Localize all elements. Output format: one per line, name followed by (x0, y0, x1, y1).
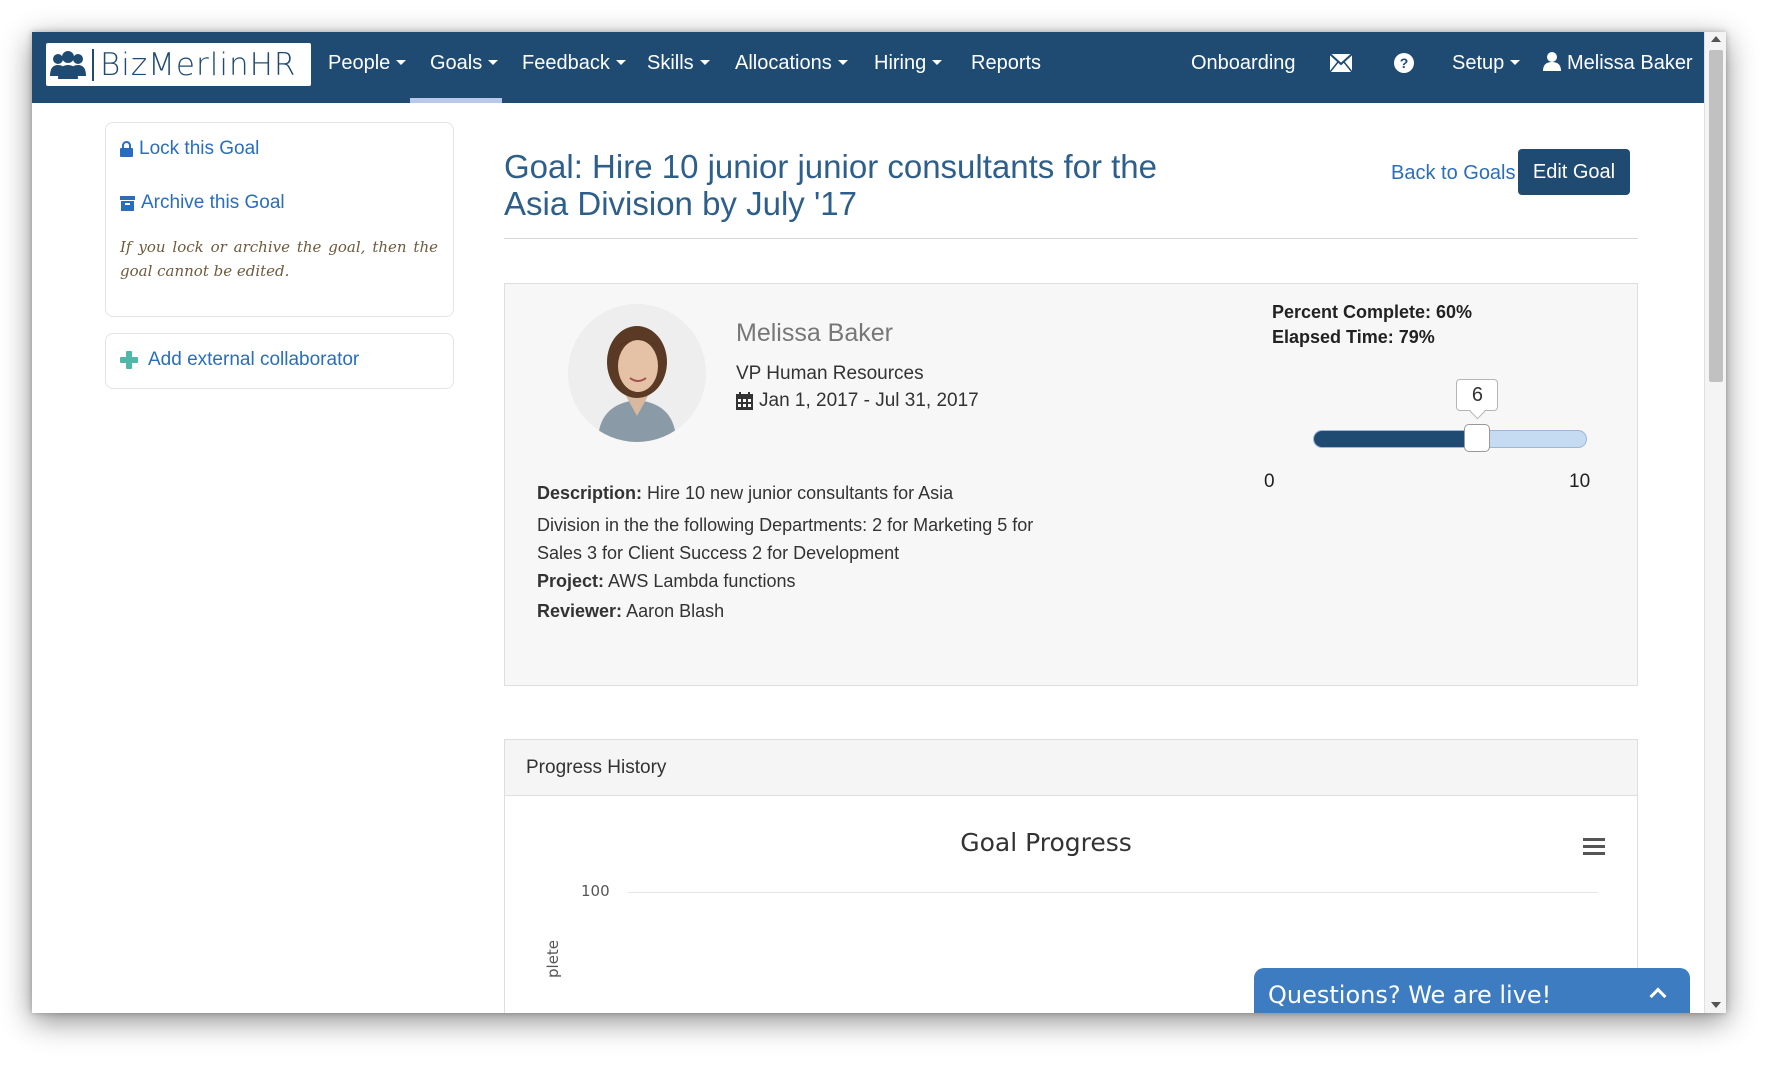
nav-setup[interactable]: Setup (1452, 32, 1521, 103)
slider-value-tooltip: 6 (1456, 379, 1499, 411)
goal-date-range: Jan 1, 2017 - Jul 31, 2017 (736, 390, 979, 412)
nav-allocations[interactable]: Allocations (735, 32, 848, 103)
goal-owner-name[interactable]: Melissa Baker (736, 319, 893, 348)
envelope-icon[interactable] (1329, 53, 1353, 77)
description-text: Division in the the following Department… (537, 515, 1034, 563)
lock-goal-link[interactable]: Lock this Goal (120, 138, 259, 160)
live-chat-widget[interactable]: Questions? We are live! (1254, 968, 1690, 1013)
svg-text:?: ? (1400, 55, 1409, 71)
goal-owner-role: VP Human Resources (736, 363, 924, 384)
scrollbar-thumb[interactable] (1709, 50, 1723, 382)
slider-max-label: 10 (1569, 471, 1591, 492)
nav-reports[interactable]: Reports (971, 32, 1041, 103)
lock-archive-note: If you lock or archive the goal, then th… (120, 238, 438, 280)
help-icon[interactable]: ? (1393, 52, 1415, 79)
plus-icon (120, 351, 138, 369)
live-chat-label: Questions? We are live! (1268, 981, 1552, 1009)
chart-gridline (628, 892, 1598, 893)
brand-name: BizMerlinHR (100, 46, 297, 83)
progress-slider-fill (1314, 431, 1479, 447)
archive-icon (120, 195, 135, 211)
goal-description-block: Description: Hire 10 new junior consulta… (537, 479, 1057, 625)
project-value: AWS Lambda functions (608, 571, 796, 591)
caret-down-icon (1510, 60, 1521, 66)
calendar-icon (736, 392, 753, 410)
description-label: Description: (537, 483, 643, 503)
lock-icon (120, 141, 133, 157)
collaborator-box: Add external collaborator (105, 333, 454, 389)
nav-user-menu[interactable]: Melissa Baker (1543, 32, 1693, 103)
brand-logo[interactable]: BizMerlinHR (46, 43, 311, 86)
caret-down-icon (837, 60, 848, 66)
nav-people[interactable]: People (328, 32, 407, 103)
goal-detail-panel: Melissa Baker VP Human Resources Jan 1, … (504, 283, 1638, 686)
nav-hiring[interactable]: Hiring (874, 32, 943, 103)
caret-down-icon (699, 60, 710, 66)
goal-actions-box: Lock this Goal Archive this Goal If you … (105, 122, 454, 317)
back-to-goals-link[interactable]: Back to Goals (1391, 162, 1516, 185)
progress-history-header: Progress History (505, 740, 1637, 796)
caret-down-icon (615, 60, 626, 66)
people-group-icon (46, 43, 90, 86)
progress-slider-track[interactable] (1313, 430, 1587, 448)
edit-goal-button[interactable]: Edit Goal (1518, 149, 1630, 195)
user-icon (1543, 52, 1561, 71)
archive-goal-link[interactable]: Archive this Goal (120, 192, 285, 214)
scroll-down-icon[interactable] (1711, 1002, 1721, 1008)
nav-feedback[interactable]: Feedback (522, 32, 626, 103)
scroll-up-icon[interactable] (1711, 36, 1721, 42)
avatar (568, 304, 706, 442)
slider-min-label: 0 (1264, 471, 1275, 492)
page-scrollbar[interactable] (1704, 32, 1726, 1013)
hamburger-menu-icon[interactable] (1583, 838, 1605, 861)
percent-complete: Percent Complete: 60% (1272, 302, 1473, 322)
elapsed-time: Elapsed Time: 79% (1272, 327, 1435, 347)
y-axis-label: plete (544, 939, 562, 978)
caret-down-icon (396, 60, 407, 66)
nav-onboarding[interactable]: Onboarding (1191, 32, 1296, 103)
reviewer-label: Reviewer: (537, 601, 623, 621)
top-navbar: BizMerlinHR People Goals Feedback Skills… (32, 32, 1704, 103)
brand-divider (92, 48, 94, 81)
caret-down-icon (488, 60, 499, 66)
nav-goals[interactable]: Goals (430, 32, 499, 103)
description-line1: Hire 10 new junior consultants for Asia (647, 483, 954, 503)
chevron-up-icon[interactable] (1649, 987, 1667, 1005)
y-axis-tick: 100 (581, 882, 610, 900)
nav-skills[interactable]: Skills (647, 32, 710, 103)
project-label: Project: (537, 571, 605, 591)
caret-down-icon (932, 60, 943, 66)
chart-title: Goal Progress (960, 828, 1132, 857)
nav-active-indicator (410, 98, 502, 103)
page-title: Goal: Hire 10 junior junior consultants … (504, 148, 1158, 222)
add-collaborator-link[interactable]: Add external collaborator (120, 349, 359, 371)
slider-handle[interactable] (1464, 424, 1491, 452)
header-divider (504, 238, 1638, 239)
reviewer-value: Aaron Blash (626, 601, 725, 621)
app-window: BizMerlinHR People Goals Feedback Skills… (32, 32, 1726, 1013)
